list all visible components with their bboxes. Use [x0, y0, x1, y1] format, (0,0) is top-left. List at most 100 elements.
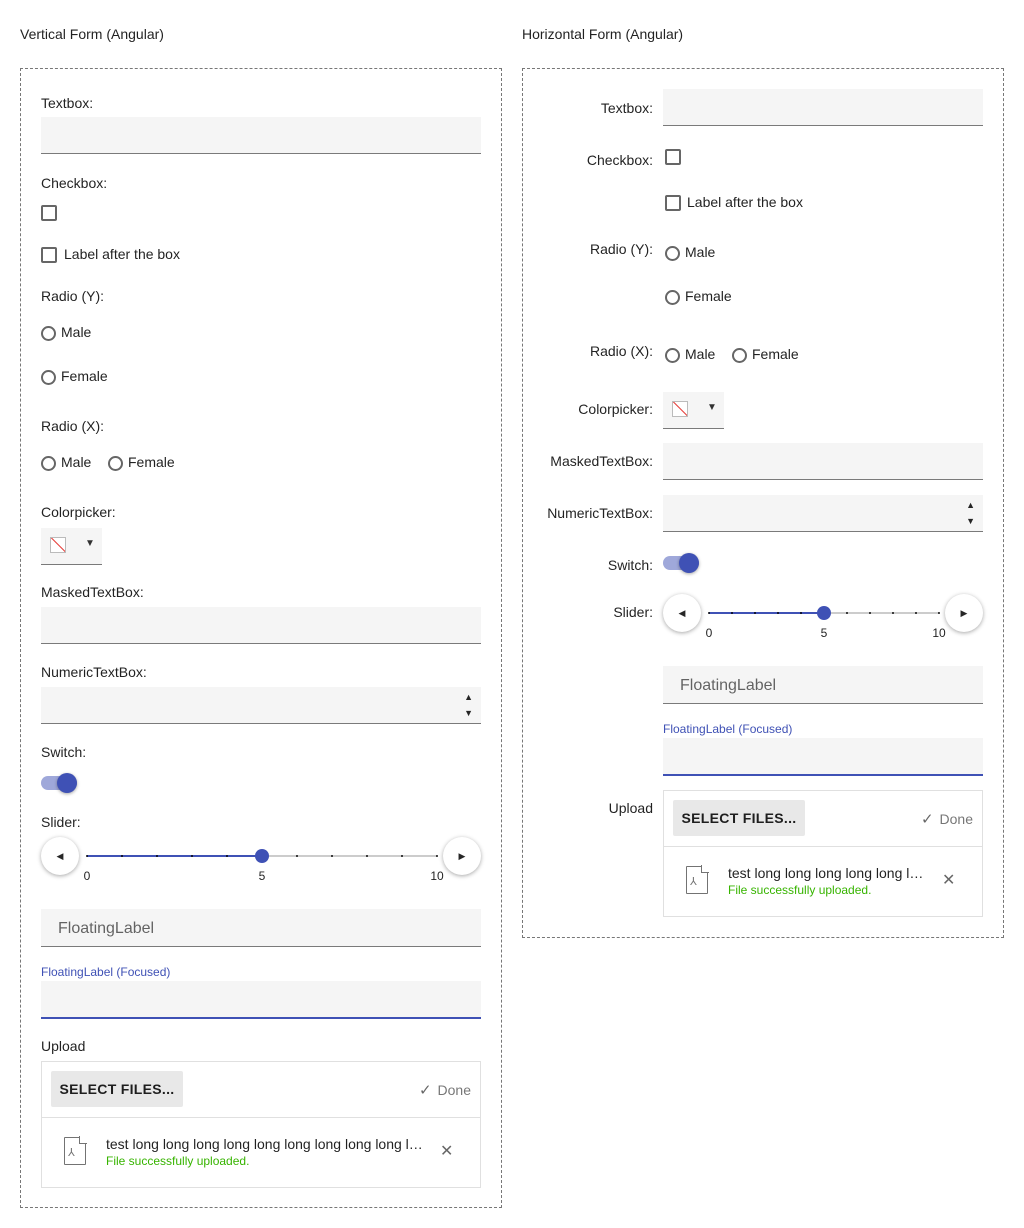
- done-text: Done: [437, 1082, 471, 1098]
- h-radio-y-male-text: Male: [685, 244, 716, 260]
- slider-track[interactable]: 0 5 10: [84, 849, 444, 883]
- radio-y-female-text: Female: [61, 368, 108, 384]
- h-radio-x-male[interactable]: [665, 348, 680, 363]
- numeric-textbox[interactable]: ▲ ▼: [41, 687, 481, 724]
- file-status: File successfully uploaded.: [728, 883, 872, 897]
- file-pdf-icon: ⅄: [64, 1136, 87, 1165]
- radio-y-male-text: Male: [61, 324, 92, 340]
- slider-thumb[interactable]: [255, 849, 269, 863]
- h-checkbox[interactable]: [665, 149, 681, 165]
- slider-tick: [869, 612, 871, 614]
- floating-label-text: FloatingLabel: [58, 920, 155, 937]
- slider-tick-label: 0: [83, 869, 91, 883]
- done-text: Done: [939, 811, 973, 827]
- masked-textbox[interactable]: [41, 607, 481, 644]
- radio-x-male-text: Male: [61, 454, 92, 470]
- vertical-form-title: Vertical Form (Angular): [20, 26, 164, 42]
- upload-label: Upload: [41, 1038, 86, 1054]
- h-radio-x-label: Radio (X):: [589, 343, 653, 359]
- slider-increase-button[interactable]: ▶: [443, 837, 481, 875]
- spinner-up-icon[interactable]: ▲: [464, 693, 473, 702]
- h-switch-label: Switch:: [607, 557, 653, 573]
- switch-thumb[interactable]: [679, 553, 699, 573]
- checkbox-label-after[interactable]: [41, 247, 57, 263]
- h-floating-label-input[interactable]: FloatingLabel: [663, 666, 983, 704]
- slider-tick: [331, 855, 333, 857]
- slider-tick: [401, 855, 403, 857]
- select-files-button[interactable]: SELECT FILES...: [51, 1071, 183, 1107]
- slider-tick: [121, 855, 123, 857]
- textbox-input[interactable]: [41, 117, 481, 154]
- select-files-button[interactable]: SELECT FILES...: [673, 800, 805, 836]
- h-slider-decrease-button[interactable]: ◀: [663, 594, 701, 632]
- colorpicker[interactable]: ▼: [41, 528, 102, 565]
- h-numeric-textbox[interactable]: ▲ ▼: [663, 495, 983, 532]
- file-status: File successfully uploaded.: [106, 1154, 250, 1168]
- vertical-form: Textbox: Checkbox: Label after the box R…: [20, 68, 502, 1208]
- radio-x-female[interactable]: [108, 456, 123, 471]
- slider-decrease-button[interactable]: ◀: [41, 837, 79, 875]
- switch-thumb[interactable]: [57, 773, 77, 793]
- h-slider-track[interactable]: 0 5 10: [706, 606, 946, 640]
- switch-label: Switch:: [41, 744, 87, 760]
- file-name: test long long long long long long long …: [728, 865, 930, 881]
- checkbox-label: Checkbox:: [41, 175, 108, 191]
- upload-header: SELECT FILES... ✓ Done: [664, 791, 982, 847]
- slider-tick: [800, 612, 802, 614]
- slider-thumb[interactable]: [817, 606, 831, 620]
- slider-tick-label: 0: [705, 626, 713, 640]
- h-radio-x-female[interactable]: [732, 348, 747, 363]
- horizontal-form-title: Horizontal Form (Angular): [522, 26, 684, 42]
- slider-tick-label: 5: [820, 626, 828, 640]
- masked-label: MaskedTextBox:: [41, 584, 144, 600]
- remove-file-icon[interactable]: ✕: [942, 870, 955, 890]
- floating-label-focused-input[interactable]: [41, 981, 481, 1019]
- spinner-up-icon[interactable]: ▲: [966, 501, 975, 510]
- slider-tick: [754, 612, 756, 614]
- numeric-label: NumericTextBox:: [41, 664, 147, 680]
- h-slider-increase-button[interactable]: ▶: [945, 594, 983, 632]
- color-swatch-none-icon: [672, 401, 688, 417]
- h-colorpicker[interactable]: ▼: [663, 392, 724, 429]
- h-radio-y-female[interactable]: [665, 290, 680, 305]
- slider-tick: [846, 612, 848, 614]
- slider-tick: [156, 855, 158, 857]
- switch[interactable]: [41, 772, 77, 794]
- check-icon: ✓: [920, 811, 934, 828]
- radio-y-female[interactable]: [41, 370, 56, 385]
- radio-y-male[interactable]: [41, 326, 56, 341]
- remove-file-icon[interactable]: ✕: [440, 1141, 453, 1161]
- slider-tick: [436, 855, 438, 857]
- h-masked-label: MaskedTextBox:: [550, 453, 653, 469]
- radio-x-male[interactable]: [41, 456, 56, 471]
- file-name: test long long long long long long long …: [106, 1136, 428, 1152]
- upload-header: SELECT FILES... ✓ Done: [42, 1062, 480, 1118]
- slider-selection: [87, 855, 262, 857]
- slider-tick: [191, 855, 193, 857]
- spinner-down-icon[interactable]: ▼: [464, 709, 473, 718]
- h-textbox-input[interactable]: [663, 89, 983, 126]
- slider-tick: [86, 855, 88, 857]
- slider-tick-label: 5: [258, 869, 266, 883]
- upload-status: ✓ Done: [419, 1081, 471, 1099]
- slider-selection: [709, 612, 824, 614]
- h-numeric-label: NumericTextBox:: [547, 505, 653, 521]
- radio-x-label: Radio (X):: [41, 418, 105, 434]
- h-masked-textbox[interactable]: [663, 443, 983, 480]
- upload-widget: SELECT FILES... ✓ Done ⅄ test long long l…: [41, 1061, 481, 1188]
- h-radio-x-female-text: Female: [752, 346, 799, 362]
- check-icon: ✓: [418, 1082, 432, 1099]
- h-radio-y-male[interactable]: [665, 246, 680, 261]
- floating-label-input[interactable]: FloatingLabel: [41, 909, 481, 947]
- textbox-label: Textbox:: [41, 95, 94, 111]
- h-checkbox-label-after[interactable]: [665, 195, 681, 211]
- slider-tick: [915, 612, 917, 614]
- h-switch[interactable]: [663, 552, 699, 574]
- checkbox[interactable]: [41, 205, 57, 221]
- spinner-down-icon[interactable]: ▼: [966, 517, 975, 526]
- h-radio-y-label: Radio (Y):: [589, 241, 653, 257]
- h-floating-label-focused-input[interactable]: [663, 738, 983, 776]
- h-textbox-label: Textbox:: [600, 100, 653, 116]
- floating-label-text: FloatingLabel: [680, 677, 777, 694]
- radio-x-female-text: Female: [128, 454, 175, 470]
